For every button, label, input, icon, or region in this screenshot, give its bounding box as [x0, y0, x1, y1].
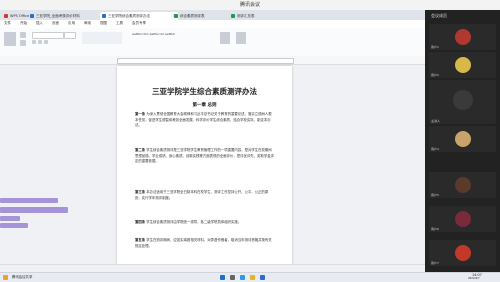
participant-tile[interactable]: 用户2: [429, 52, 496, 78]
sheet-icon: [231, 14, 235, 18]
avatar: [455, 131, 471, 147]
taskbar-app-label[interactable]: 腾讯会议共享: [12, 274, 32, 279]
meeting-title: 腾讯会议: [239, 2, 260, 8]
avatar: [455, 245, 471, 261]
toolbar-ribbon: AaBbCcDd AaBbCcD AaBbC: [0, 28, 425, 57]
document-title: 三亚学院学生综合素质测评办法: [152, 87, 257, 96]
menu-view[interactable]: 视图: [100, 21, 107, 26]
participant-tile[interactable]: 用户4: [429, 126, 496, 152]
shared-screen: WPS Office 三亚学院_全面考核评价材料 三亚学院综合素质测评办法× 综…: [0, 10, 425, 272]
menu-reference[interactable]: 引用: [68, 21, 75, 26]
avatar: [455, 29, 471, 45]
tab-doc-1[interactable]: 三亚学院_全面考核评价材料: [28, 12, 106, 20]
annotation-bar: [0, 216, 20, 221]
doc-icon: [30, 14, 34, 18]
copy-button[interactable]: [20, 40, 26, 46]
bold-button[interactable]: [32, 40, 36, 44]
menu-tools[interactable]: 工具: [116, 21, 123, 26]
menu-review[interactable]: 审阅: [84, 21, 91, 26]
article-paragraph: 第五条 学生在测评期间，应如实填报相关材料，对弄虚作假者，取消当年测评资格并按有…: [135, 238, 272, 248]
chat-bubble: [0, 207, 68, 213]
meeting-icon[interactable]: [260, 275, 265, 280]
document-page[interactable]: 三亚学院学生综合素质测评办法 第一章 总则 第一条 为深入贯彻全国教育大会精神和…: [117, 66, 292, 272]
menu-bar: 文件 开始 插入 页面 引用 审阅 视图 工具 会员专享: [0, 20, 425, 28]
panel-title: 会议成员: [431, 13, 447, 18]
menu-member[interactable]: 会员专享: [132, 21, 146, 26]
search-icon[interactable]: [230, 275, 235, 280]
participant-tile[interactable]: 用户6: [429, 206, 496, 232]
avatar: [455, 177, 471, 193]
find-replace-button[interactable]: [220, 32, 230, 44]
app-icon[interactable]: [3, 275, 8, 280]
paste-button[interactable]: [4, 32, 16, 46]
avatar: [455, 211, 471, 227]
start-icon[interactable]: [220, 275, 225, 280]
participant-tile[interactable]: 用户7: [429, 240, 496, 266]
sheet-icon: [174, 14, 178, 18]
participant-panel: 会议成员 用户1 用户2 主讲人 用户4 用户5 用户6 用户7: [425, 10, 500, 272]
underline-button[interactable]: [44, 40, 48, 44]
menu-page[interactable]: 页面: [52, 21, 59, 26]
doc-icon: [102, 14, 106, 18]
annotation-bar: [0, 198, 58, 203]
select-button[interactable]: [236, 32, 246, 44]
folder-icon[interactable]: [250, 275, 255, 280]
annotation-bar: [0, 223, 28, 228]
style-gallery[interactable]: AaBbCcDd AaBbCcD AaBbC: [132, 32, 175, 36]
participant-tile[interactable]: 用户5: [429, 172, 496, 198]
font-name-select[interactable]: [32, 32, 64, 39]
article-paragraph: 第三条 本办法适用于三亚学院全日制本科在校学生，测评工作坚持公开、公平、公正的原…: [135, 190, 269, 200]
ruler: [0, 56, 425, 65]
status-bar: [0, 264, 425, 272]
menu-insert[interactable]: 插入: [36, 21, 43, 26]
avatar: [455, 57, 471, 73]
font-size-select[interactable]: [64, 32, 76, 39]
clock-date: 2022/4/7: [468, 277, 480, 280]
italic-button[interactable]: [38, 40, 42, 44]
menu-file[interactable]: 文件: [4, 21, 11, 26]
cut-button[interactable]: [20, 32, 26, 38]
menu-home[interactable]: 开始: [20, 21, 27, 26]
tab-doc-active[interactable]: 三亚学院综合素质测评办法×: [100, 12, 178, 20]
article-paragraph: 第一条 为深入贯彻全国教育大会精神和习近平总书记关于教育的重要论述，落实立德树人…: [135, 112, 272, 128]
wps-icon: [4, 14, 8, 18]
tab-sheet-2[interactable]: 测评汇总表: [229, 12, 287, 20]
panel-header: 会议成员: [425, 10, 500, 22]
edge-icon[interactable]: [240, 275, 245, 280]
article-paragraph: 第四条 学生综合素质测评由学院统一领导，各二级学院具体组织实施。: [135, 220, 242, 224]
participant-tile[interactable]: 用户1: [429, 24, 496, 50]
avatar: [453, 90, 473, 110]
wps-tab-bar: WPS Office 三亚学院_全面考核评价材料 三亚学院综合素质测评办法× 综…: [0, 10, 425, 20]
tab-sheet-1[interactable]: 综合素质测评表: [172, 12, 235, 20]
chapter-heading: 第一章 总则: [192, 103, 217, 108]
participant-tile-speaker[interactable]: 主讲人: [429, 80, 496, 124]
paragraph-group[interactable]: [82, 32, 122, 44]
article-paragraph: 第二条 学生综合素质测评是三亚学院学生教育管理工作的一项重要内容，是对学生在校期…: [135, 148, 275, 164]
